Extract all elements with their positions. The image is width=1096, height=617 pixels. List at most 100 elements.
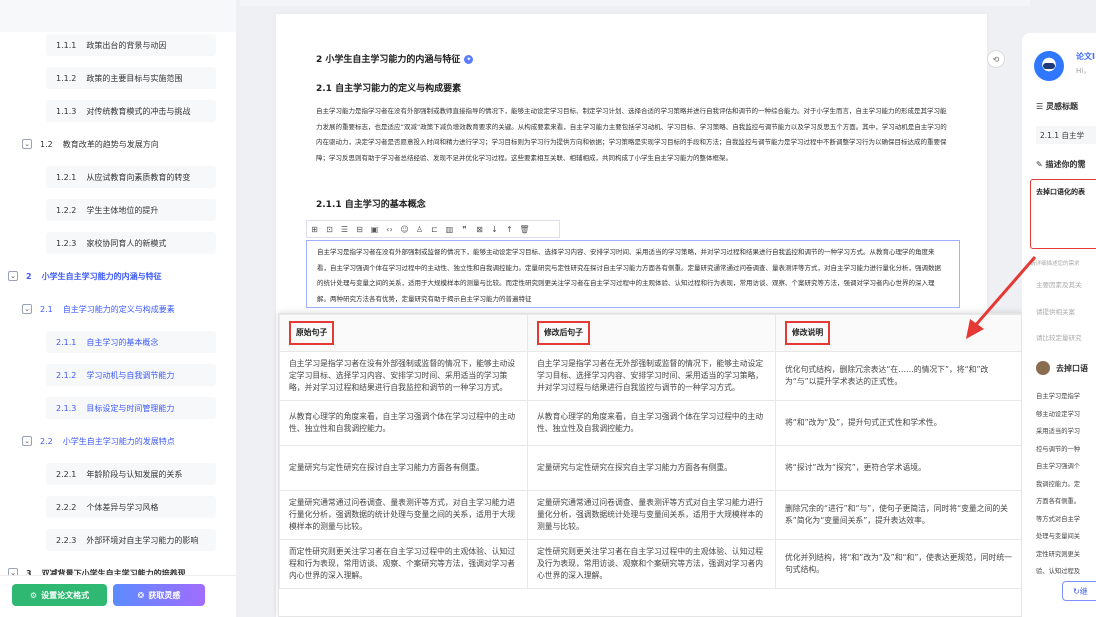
outline-item-1-2-2[interactable]: 1.2.2 学生主体地位的提升: [46, 199, 216, 221]
collapse-toggle-icon[interactable]: ⌄: [22, 436, 32, 446]
outline-item-label: 年龄阶段与认知发展的关系: [86, 469, 183, 479]
sparkle-icon: ❂: [137, 590, 145, 600]
toolbar-tool-9-icon[interactable]: ▥: [442, 221, 457, 237]
outline-item-number: 2.1.2: [56, 370, 77, 380]
result-line: 等方式对自主学: [1036, 515, 1081, 523]
revision-note-cell[interactable]: 优化句式结构，删除冗余表达“在……的情况下”，将“和”改为“与”以提升学术表达的…: [775, 351, 1021, 401]
outline-item-2-2-1[interactable]: 2.2.1 年龄阶段与认知发展的关系: [46, 463, 216, 485]
outline-item-2[interactable]: ⌄ 2 小学生自主学习能力的内涵与特征: [8, 265, 228, 287]
collapse-toggle-icon[interactable]: ⌄: [22, 139, 32, 149]
paragraph-2-1-1[interactable]: 自主学习是指学习者在没有外部强制或监督的情况下，能够主动设定学习目标、选择学习内…: [317, 245, 947, 307]
doc-top-strip: [240, 0, 1030, 6]
assistant-greeting: Hi，: [1076, 67, 1091, 75]
inspire-title-field[interactable]: 2.1.1 自主学: [1036, 126, 1096, 144]
refresh-icon: ↻: [1073, 586, 1080, 596]
toolbar-tool-12-icon[interactable]: ↓: [487, 221, 502, 237]
result-line: 控与调节的一种: [1036, 445, 1081, 453]
original-sentence-cell[interactable]: 自主学习是指学习者在没有外部强制或监督的情况下，能够主动设定学习目标、选择学习内…: [279, 351, 528, 401]
toolbar-tool-14-icon[interactable]: 🗑: [517, 221, 532, 237]
outline-item-label: 教育改革的趋势与发展方向: [62, 139, 159, 149]
toolbar-tool-3-icon[interactable]: ⊟: [352, 221, 367, 237]
toolbar-tool-11-icon[interactable]: ⊠: [472, 221, 487, 237]
revised-sentence-cell[interactable]: 自主学习是指学习者在无外部强制或监督的情况下，能够主动设定学习目标、选择学习内容…: [527, 351, 776, 401]
outline-item-number: 1.2.2: [56, 205, 77, 215]
collapse-toggle-icon[interactable]: ⌄: [8, 271, 18, 281]
ai-badge-icon[interactable]: ✦: [464, 55, 474, 64]
outline-item-2-1-2[interactable]: 2.1.2 学习动机与自我调节能力: [46, 364, 216, 386]
inspire-title-label-text: 灵感标题: [1045, 102, 1078, 111]
revised-sentence-cell[interactable]: 定量研究与定性研究在探究自主学习能力方面各有侧重。: [527, 445, 776, 491]
outline-item-1-1-3[interactable]: 1.1.3 对传统教育模式的冲击与挑战: [46, 100, 216, 122]
original-sentence-cell[interactable]: 定量研究通常通过问卷调查、量表测评等方式，对自主学习能力进行量化分析，强调数据的…: [279, 490, 528, 540]
need-input-text[interactable]: 去掉口语化的表: [1036, 187, 1085, 197]
editor-toolbar: ⊞ ⊡ ☰ ⊟ ▣ ‹› ☺ ♙ ⊏ ▥ ❞ ⊠ ↓ ↑ 🗑: [306, 220, 560, 238]
outline-item-2-2[interactable]: ⌄ 2.2 小学生自主学习能力的发展特点: [22, 430, 222, 452]
outline-item-label: 个体差异与学习风格: [86, 502, 159, 512]
outline-item-label: 小学生自主学习能力的内涵与特征: [41, 271, 162, 281]
assistant-title: 论文I: [1076, 52, 1095, 61]
toolbar-tool-1-icon[interactable]: ⊡: [322, 221, 337, 237]
result-line: 自主学习是指学: [1036, 393, 1081, 400]
toolbar-tool-6-icon[interactable]: ☺: [397, 221, 412, 237]
result-line: 验、认知过程及: [1036, 568, 1081, 575]
revision-note-cell[interactable]: 将“和”改为“及”，提升句式正式性和学术性。: [775, 400, 1021, 446]
outline-item-1-2-1[interactable]: 1.2.1 从应试教育向素质教育的转变: [46, 166, 216, 188]
toolbar-tool-13-icon[interactable]: ↑: [502, 221, 517, 237]
toolbar-tool-7-icon[interactable]: ♙: [412, 221, 427, 237]
get-inspiration-button[interactable]: ❂ 获取灵感: [113, 584, 205, 606]
outline-item-1-2-3[interactable]: 1.2.3 家校协同育人的新模式: [46, 232, 216, 254]
revision-table: 原始句子 修改后句子 修改说明 自主学习是指学习者在没有外部强制或监督的情况下，…: [279, 314, 1021, 589]
section-heading-2-1-1: 2.1.1 自主学习的基本概念: [316, 200, 426, 210]
outline-item-label: 自主学习能力的定义与构成要素: [62, 304, 175, 314]
toolbar-tool-4-icon[interactable]: ▣: [367, 221, 382, 237]
outline-item-2-2-3[interactable]: 2.2.3 外部环境对自主学习能力的影响: [46, 529, 216, 551]
suggestion-2[interactable]: 请提供相关案: [1036, 306, 1075, 316]
suggestion-3[interactable]: 请比较定量研究: [1036, 332, 1082, 342]
outline-item-label: 小学生自主学习能力的发展特点: [62, 436, 175, 446]
toolbar-tool-5-icon[interactable]: ‹›: [382, 221, 397, 237]
set-format-button[interactable]: ⚙ 设置论文格式: [12, 584, 107, 606]
revision-note-cell[interactable]: 优化并列结构，将“和”改为“及”和“和”，使表达更规范，同时统一句式结构。: [775, 539, 1021, 589]
outline-item-number: 1.2: [40, 139, 53, 149]
outline-item-2-1[interactable]: ⌄ 2.1 自主学习能力的定义与构成要素: [22, 298, 222, 320]
outline-item-label: 自主学习的基本概念: [86, 337, 159, 347]
toolbar-tool-2-icon[interactable]: ☰: [337, 221, 352, 237]
outline-item-2-1-1[interactable]: 2.1.1 自主学习的基本概念: [46, 331, 216, 353]
outline-item-number: 2.1.3: [56, 403, 77, 413]
revision-note-cell[interactable]: 删除冗余的“进行”和“与”，使句子更简洁，同时将“变量之间的关系”简化为“变量间…: [775, 490, 1021, 540]
revision-note-cell[interactable]: 将“探讨”改为“探究”，更符合学术语境。: [775, 445, 1021, 491]
section-heading-2-text: 2 小学生自主学习能力的内涵与特征: [316, 55, 461, 65]
result-line: 方面各有侧重。: [1036, 498, 1081, 505]
outline-item-1-1-1[interactable]: 1.1.1 政策出台的背景与动因: [46, 34, 216, 56]
continue-button[interactable]: ↻ 继: [1062, 581, 1096, 601]
suggestion-1[interactable]: 主要因素及其关: [1036, 279, 1082, 289]
table-row: 从教育心理学的角度来看，自主学习强调个体在学习过程中的主动性、独立性和自我调控能…: [279, 400, 1021, 446]
original-sentence-cell[interactable]: 从教育心理学的角度来看，自主学习强调个体在学习过程中的主动性、独立性和自我调控能…: [279, 400, 528, 446]
sidebar-footer: ⚙ 设置论文格式 ❂ 获取灵感: [0, 575, 236, 617]
revised-sentence-cell[interactable]: 从教育心理学的角度来看，自主学习强调个体在学习过程中的主动性、独立性及自我调控能…: [527, 400, 776, 446]
outline-item-1-1-2[interactable]: 1.1.2 政策的主要目标与实施范围: [46, 67, 216, 89]
revised-sentence-cell[interactable]: 定量研究通常通过问卷调查、量表测评等方式对自主学习能力进行量化分析，强调数据统计…: [527, 490, 776, 540]
toolbar-tool-8-icon[interactable]: ⊏: [427, 221, 442, 237]
original-sentence-cell[interactable]: 而定性研究则更关注学习者在自主学习过程中的主观体验、认知过程和行为表现，常用访谈…: [279, 539, 528, 589]
history-icon[interactable]: ⟲: [987, 50, 1005, 68]
outline-item-2-2-2[interactable]: 2.2.2 个体差异与学习风格: [46, 496, 216, 518]
paragraph-2-1[interactable]: 自主学习能力是指学习者在没有外部强制或教师直接指导的情况下，能够主动设定学习目标…: [316, 104, 950, 166]
outline-item-2-1-3[interactable]: 2.1.3 目标设定与时间管理能力: [46, 397, 216, 419]
outline-item-label: 目标设定与时间管理能力: [86, 403, 175, 413]
outline-item-label: 家校协同育人的新模式: [86, 238, 167, 248]
outline-item-label: 对传统教育模式的冲击与挑战: [86, 106, 191, 116]
outline-item-label: 政策出台的背景与动因: [86, 40, 167, 50]
result-line: 定性研究则更关: [1036, 550, 1081, 558]
selected-paragraph-editor[interactable]: 自主学习是指学习者在没有外部强制或监督的情况下，能够主动设定学习目标、选择学习内…: [306, 240, 960, 308]
original-sentence-cell[interactable]: 定量研究与定性研究在探讨自主学习能力方面各有侧重。: [279, 445, 528, 491]
inspire-title-label: ☰ 灵感标题: [1036, 101, 1078, 112]
toolbar-tool-0-icon[interactable]: ⊞: [307, 221, 322, 237]
section-heading-2-1: 2.1 自主学习能力的定义与构成要素: [316, 84, 462, 94]
outline-item-1-2[interactable]: ⌄ 1.2 教育改革的趋势与发展方向: [22, 133, 222, 155]
outline-item-number: 2.1.1: [56, 337, 77, 347]
collapse-toggle-icon[interactable]: ⌄: [22, 304, 32, 314]
revised-sentence-cell[interactable]: 定性研究则更关注学习者在自主学习过程中的主观体验、认知过程及行为表现，常用访谈、…: [527, 539, 776, 589]
user-avatar: [1036, 361, 1050, 375]
toolbar-tool-10-icon[interactable]: ❞: [457, 221, 472, 237]
